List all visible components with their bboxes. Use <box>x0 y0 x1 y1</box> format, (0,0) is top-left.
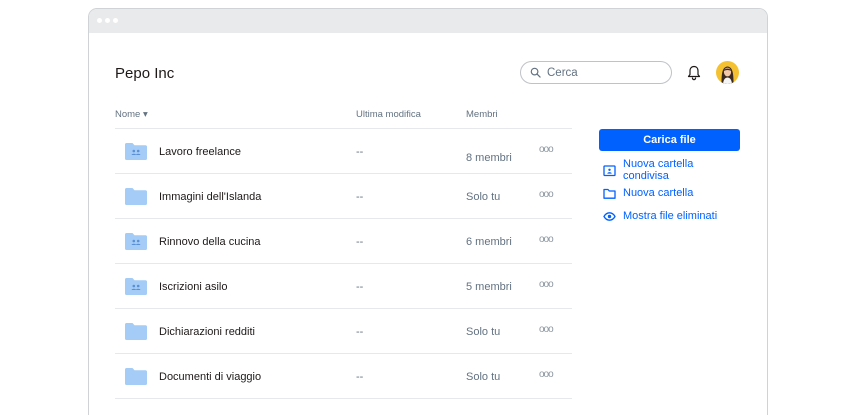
more-options-button[interactable]: ooo <box>539 234 554 245</box>
file-name[interactable]: Dichiarazioni redditi <box>159 326 255 338</box>
folder-icon <box>125 323 147 340</box>
file-name[interactable]: Lavoro freelance <box>159 146 241 158</box>
upload-file-button[interactable]: Carica file <box>599 129 740 151</box>
folder-icon <box>125 188 147 205</box>
avatar[interactable] <box>716 61 739 84</box>
search-input[interactable] <box>547 66 667 79</box>
members-count: Solo tu <box>466 326 501 338</box>
folder-icon <box>603 188 616 199</box>
action-shared-folder[interactable]: Nuova cartella condivisa <box>599 158 740 182</box>
action-label: Nuova cartella condivisa <box>623 158 694 182</box>
shared-folder-icon <box>125 233 147 250</box>
column-header-members[interactable]: Membri <box>466 109 498 120</box>
folder-icon <box>125 368 147 385</box>
members-count: 5 membri <box>466 281 512 293</box>
members-count: Solo tu <box>466 371 501 383</box>
column-header-name[interactable]: Nome ▾ <box>115 109 148 120</box>
modified-date: -- <box>356 371 364 383</box>
file-name[interactable]: Iscrizioni asilo <box>159 281 227 293</box>
more-options-button[interactable]: ooo <box>539 189 554 200</box>
avatar-picture <box>721 66 734 84</box>
search-box[interactable] <box>520 61 672 84</box>
file-name[interactable]: Documenti di viaggio <box>159 371 261 383</box>
window-titlebar <box>89 9 767 33</box>
action-label: Mostra file eliminati <box>623 210 718 222</box>
window-dot <box>105 18 110 23</box>
eye-icon <box>603 211 616 221</box>
modified-date: -- <box>356 236 364 248</box>
table-row[interactable]: Rinnovo della cucina -- 6 membri ooo <box>115 219 572 264</box>
shared-folder-icon <box>603 164 616 176</box>
modified-date: -- <box>356 281 364 293</box>
file-table: Nome ▾ Ultima modifica Membri Lavoro fre… <box>115 107 572 399</box>
action-folder[interactable]: Nuova cartella <box>599 182 740 204</box>
notification-bell-icon[interactable] <box>687 65 701 81</box>
action-eye[interactable]: Mostra file eliminati <box>599 205 740 227</box>
modified-date: -- <box>356 191 364 203</box>
window-dot <box>97 18 102 23</box>
table-row[interactable]: Dichiarazioni redditi -- Solo tu ooo <box>115 309 572 354</box>
action-label: Nuova cartella <box>623 187 694 199</box>
modified-date: -- <box>356 326 364 338</box>
app-window: Pepo Inc Nome ▾ Ultima modifica Membri L… <box>88 8 768 415</box>
page-title: Pepo Inc <box>115 65 175 82</box>
file-name[interactable]: Immagini dell'Islanda <box>159 191 261 203</box>
action-list: Nuova cartella condivisa Nuova cartella Mo… <box>599 158 740 227</box>
modified-date: -- <box>356 146 364 158</box>
shared-folder-icon <box>125 143 147 160</box>
table-row[interactable]: Documenti di viaggio -- Solo tu ooo <box>115 354 572 399</box>
window-dot <box>113 18 118 23</box>
table-row[interactable]: Immagini dell'Islanda -- Solo tu ooo <box>115 174 572 219</box>
members-count: Solo tu <box>466 191 501 203</box>
action-panel: Carica file Nuova cartella condivisa Nuov… <box>599 129 740 227</box>
search-icon <box>530 67 541 78</box>
members-count: 6 membri <box>466 236 512 248</box>
members-count: 8 membri <box>466 152 512 164</box>
column-header-modified[interactable]: Ultima modifica <box>356 109 421 120</box>
file-name[interactable]: Rinnovo della cucina <box>159 236 261 248</box>
more-options-button[interactable]: ooo <box>539 144 554 155</box>
table-header: Nome ▾ Ultima modifica Membri <box>115 107 572 129</box>
table-row[interactable]: Iscrizioni asilo -- 5 membri ooo <box>115 264 572 309</box>
more-options-button[interactable]: ooo <box>539 369 554 380</box>
table-body: Lavoro freelance -- 8 membri ooo Immagini de… <box>115 129 572 399</box>
table-row[interactable]: Lavoro freelance -- 8 membri ooo <box>115 129 572 174</box>
more-options-button[interactable]: ooo <box>539 279 554 290</box>
shared-folder-icon <box>125 278 147 295</box>
more-options-button[interactable]: ooo <box>539 324 554 335</box>
